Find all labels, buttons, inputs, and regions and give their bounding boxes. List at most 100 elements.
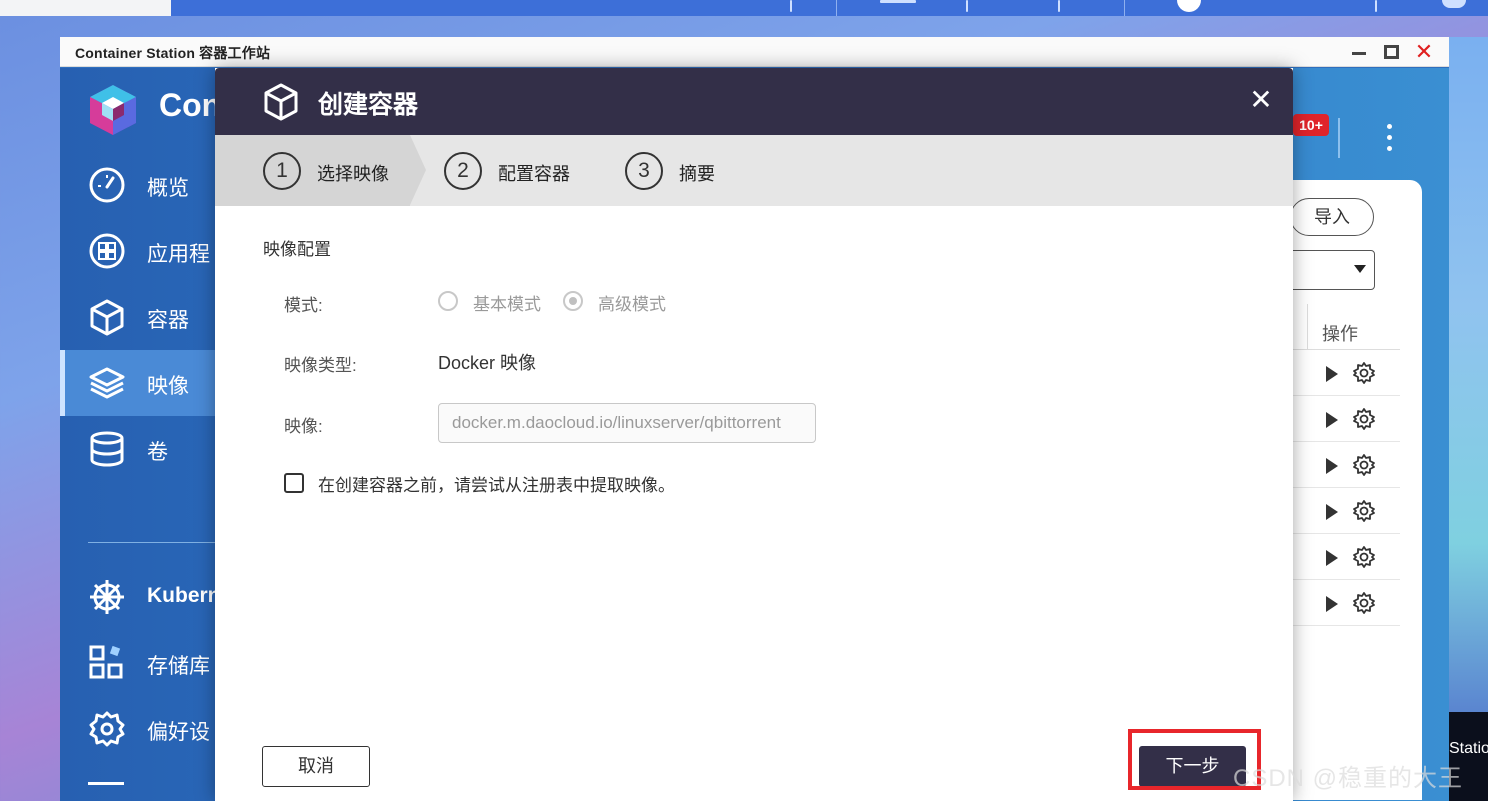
cube-icon	[264, 83, 298, 121]
taskbar-icon[interactable]	[1058, 0, 1060, 12]
close-window-button[interactable]: ✕	[1414, 41, 1434, 63]
pull-image-checkbox-label[interactable]: 在创建容器之前，请尝试从注册表中提取映像。	[318, 471, 675, 496]
gear-icon[interactable]	[1353, 362, 1375, 384]
maximize-button[interactable]	[1382, 42, 1402, 62]
ops-column-header: 操作	[1290, 304, 1400, 350]
image-row-actions	[1290, 488, 1400, 534]
image-row-actions	[1290, 396, 1400, 442]
step-arrow	[410, 135, 426, 205]
step-label: 配置容器	[498, 164, 570, 184]
menu-icon	[88, 782, 124, 785]
sidebar-item-label: 映像	[147, 375, 189, 398]
sidebar-item-applications[interactable]: 应用程	[60, 218, 215, 284]
image-row-actions	[1290, 534, 1400, 580]
gear-icon[interactable]	[1353, 546, 1375, 568]
taskbar-icon[interactable]	[1375, 0, 1377, 12]
radio-advanced-label: 高级模式	[598, 295, 666, 314]
create-container-dialog: 创建容器 ✕ 1 选择映像 2 配置容器 3 摘要 映像配置 模式: 基本模式 …	[215, 68, 1293, 801]
radio-basic-mode[interactable]	[438, 291, 458, 311]
minimize-button[interactable]	[1350, 42, 1370, 62]
gear-icon[interactable]	[1353, 500, 1375, 522]
step-label: 摘要	[679, 164, 715, 184]
pull-image-checkbox[interactable]	[284, 473, 304, 493]
sidebar-item-kubernetes[interactable]: Kubern	[60, 564, 221, 630]
gear-icon[interactable]	[1353, 454, 1375, 476]
gear-icon	[89, 711, 125, 747]
step-number: 2	[444, 152, 482, 190]
gear-icon[interactable]	[1353, 408, 1375, 430]
app-logo-icon	[86, 83, 140, 135]
database-icon	[90, 431, 124, 467]
sidebar-item-images[interactable]: 映像	[60, 350, 215, 416]
image-input[interactable]	[438, 403, 816, 443]
desktop-wallpaper	[1449, 37, 1488, 712]
taskbar-left-block	[0, 0, 171, 16]
step-number: 3	[625, 152, 663, 190]
sidebar-item-repository[interactable]: 存储库	[60, 630, 215, 696]
dialog-title: 创建容器	[318, 91, 419, 119]
taskbar-icon[interactable]	[880, 0, 916, 3]
play-icon[interactable]	[1326, 366, 1338, 382]
cube-icon	[90, 299, 124, 336]
play-icon[interactable]	[1326, 596, 1338, 612]
image-row-actions	[1290, 442, 1400, 488]
filter-select[interactable]	[1280, 250, 1375, 290]
helm-wheel-icon	[90, 580, 124, 614]
import-button[interactable]: 导入	[1290, 198, 1374, 236]
apps-grid-icon	[89, 233, 125, 269]
ops-column-label: 操作	[1322, 324, 1358, 344]
watermark-text: CSDN @稳重的大王	[1233, 765, 1464, 792]
sidebar-item-label: 卷	[147, 441, 168, 464]
mode-label: 模式:	[284, 296, 323, 315]
step-number: 1	[263, 152, 301, 190]
image-row-actions	[1290, 580, 1400, 626]
image-row-actions	[1290, 350, 1400, 396]
sidebar: 概览 应用程 容器 映像 卷 Kubern 存储库 偏好设	[60, 152, 221, 801]
play-icon[interactable]	[1326, 458, 1338, 474]
image-type-label: 映像类型:	[284, 356, 357, 375]
header-divider	[1338, 118, 1340, 158]
sidebar-item-overview[interactable]: 概览	[60, 152, 215, 218]
wizard-steps: 1 选择映像 2 配置容器 3 摘要	[215, 135, 1293, 206]
desktop-taskbar	[0, 0, 1488, 16]
cancel-button[interactable]: 取消	[262, 746, 370, 787]
taskbar-icon[interactable]	[1442, 0, 1466, 8]
sidebar-divider	[88, 542, 215, 543]
sidebar-item-label: 偏好设	[147, 721, 210, 744]
window-title: Container Station 容器工作站	[75, 45, 271, 61]
gear-icon[interactable]	[1353, 592, 1375, 614]
radio-advanced-mode[interactable]	[563, 291, 583, 311]
step-label: 选择映像	[317, 164, 389, 184]
repository-icon	[89, 645, 123, 679]
sidebar-item-preferences[interactable]: 偏好设	[60, 696, 215, 762]
taskbar-icon[interactable]	[790, 0, 792, 12]
desktop-widget-text: Statio	[1449, 740, 1488, 757]
sidebar-item-label: 概览	[147, 177, 189, 200]
app-name: Con	[159, 87, 222, 123]
sidebar-item-label: 存储库	[147, 655, 210, 678]
window-title-bar[interactable]: Container Station 容器工作站 ✕	[60, 37, 1449, 67]
image-label: 映像:	[284, 417, 323, 436]
caret-down-icon	[1354, 265, 1366, 273]
play-icon[interactable]	[1326, 550, 1338, 566]
sidebar-item-volumes[interactable]: 卷	[60, 416, 215, 482]
more-options-icon[interactable]	[1376, 124, 1402, 156]
notification-badge[interactable]: 10+	[1293, 114, 1329, 136]
taskbar-icon[interactable]	[966, 0, 968, 12]
sidebar-item-containers[interactable]: 容器	[60, 284, 215, 350]
sidebar-item-more[interactable]	[60, 762, 215, 801]
play-icon[interactable]	[1326, 412, 1338, 428]
image-type-value: Docker 映像	[438, 353, 537, 373]
radio-basic-label: 基本模式	[473, 295, 541, 314]
taskbar-divider	[836, 0, 837, 16]
taskbar-icon[interactable]	[1177, 0, 1201, 12]
column-divider	[1307, 304, 1308, 350]
play-icon[interactable]	[1326, 504, 1338, 520]
sidebar-item-label: Kubern	[147, 584, 221, 607]
section-title: 映像配置	[263, 240, 331, 259]
taskbar-divider	[1124, 0, 1125, 16]
layers-icon	[89, 367, 125, 399]
sidebar-item-label: 容器	[147, 309, 189, 332]
dialog-header: 创建容器 ✕	[215, 68, 1293, 135]
close-icon[interactable]: ✕	[1247, 86, 1275, 114]
